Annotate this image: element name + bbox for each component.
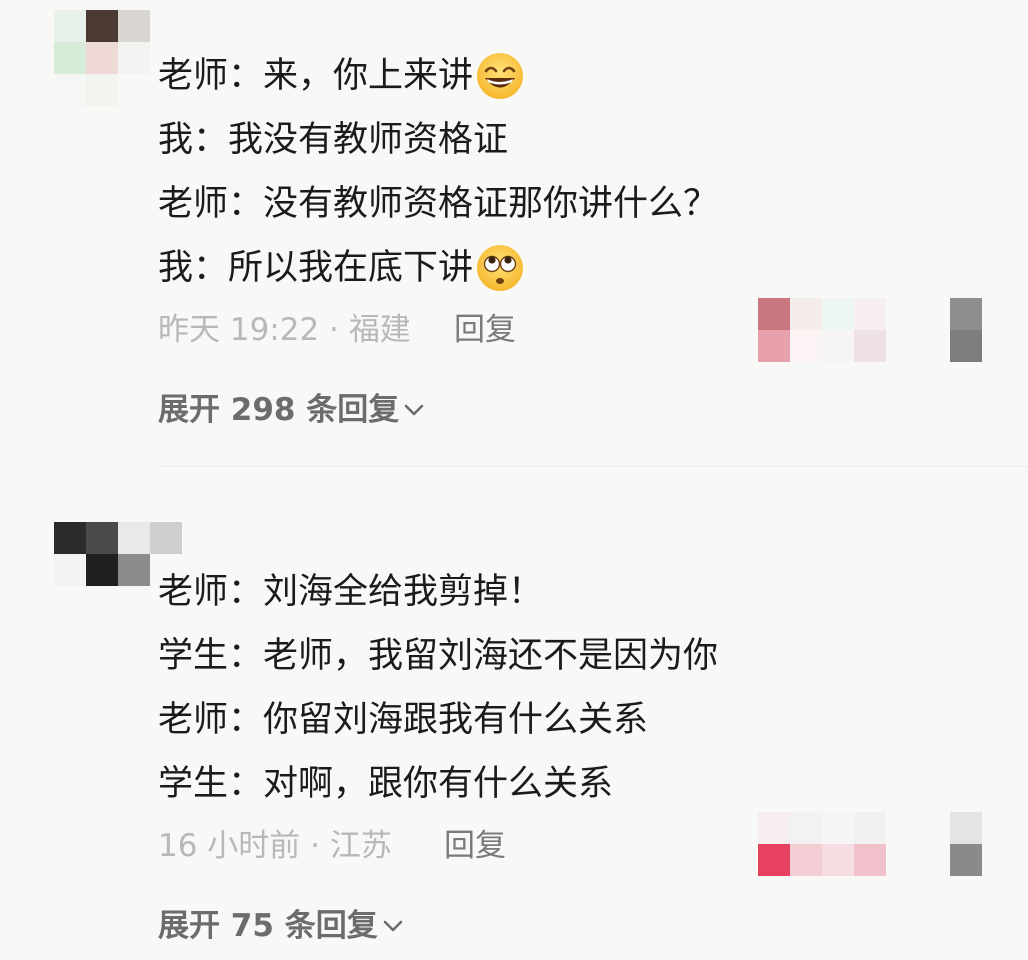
dialogue-line: 老师：你留刘海跟我有什么关系	[158, 688, 718, 752]
mosaic-pixel	[950, 298, 982, 330]
avatar-pixel	[86, 554, 118, 586]
mosaic-pixel	[854, 812, 886, 844]
mosaic-pixel	[854, 330, 886, 362]
dialogue-text: 我：所以我在底下讲	[158, 248, 474, 288]
avatar-pixel	[86, 522, 118, 554]
avatar-pixel	[118, 522, 150, 554]
comment-text: 老师：刘海全给我剪掉！ 学生：老师，我留刘海还不是因为你 老师：你留刘海跟我有什…	[158, 560, 718, 816]
like-dislike-actions[interactable]	[758, 812, 982, 876]
pleading-eyes-face-icon	[477, 245, 524, 291]
mosaic-pixel	[950, 844, 982, 876]
dialogue-line: 老师：刘海全给我剪掉！	[158, 560, 718, 624]
avatar-pixel	[86, 10, 118, 42]
avatar-pixel	[54, 522, 86, 554]
mosaic-pixel	[758, 844, 790, 876]
mosaic-pixel	[790, 298, 822, 330]
avatar-pixel	[118, 10, 150, 42]
dialogue-text: 学生：老师，我留刘海还不是因为你	[158, 636, 719, 676]
dialogue-text: 老师：来，你上来讲	[158, 56, 474, 96]
mosaic-pixel	[790, 330, 822, 362]
mosaic-pixel	[822, 844, 854, 876]
reply-button[interactable]: 回复	[444, 826, 506, 866]
dialogue-line: 学生：对啊，跟你有什么关系	[158, 752, 718, 816]
dialogue-line: 我：我没有教师资格证	[158, 108, 718, 172]
mosaic-pixel	[950, 330, 982, 362]
like-dislike-actions[interactable]	[758, 298, 982, 362]
comment-text: 老师：来，你上来讲 我：我没有教师资格证 老师：没有教师资格证那你讲什么？ 我：…	[158, 44, 718, 300]
dialogue-text: 我：我没有教师资格证	[158, 120, 509, 160]
mosaic-pixel	[822, 298, 854, 330]
avatar-pixel	[54, 42, 86, 74]
comment-item: 老师：来，你上来讲 我：我没有教师资格证 老师：没有教师资格证那你讲什么？ 我：…	[0, 0, 1028, 470]
dialogue-line: 老师：没有教师资格证那你讲什么？	[158, 172, 718, 236]
dialogue-text: 老师：你留刘海跟我有什么关系	[158, 700, 649, 740]
dialogue-text: 老师：没有教师资格证那你讲什么？	[158, 184, 719, 224]
comment-divider	[160, 466, 1028, 467]
chevron-down-icon	[383, 920, 403, 932]
avatar-pixel	[86, 74, 118, 106]
comment-meta: 16 小时前 · 江苏 回复	[158, 826, 506, 866]
mosaic-pixel	[790, 844, 822, 876]
avatar-pixel	[118, 42, 150, 74]
comment-item: 老师：刘海全给我剪掉！ 学生：老师，我留刘海还不是因为你 老师：你留刘海跟我有什…	[0, 470, 1028, 960]
avatar-pixel	[150, 522, 182, 554]
mosaic-pixel	[822, 812, 854, 844]
expand-replies-label: 展开 298 条回复	[158, 392, 400, 428]
mosaic-pixel	[758, 298, 790, 330]
dialogue-text: 学生：对啊，跟你有什么关系	[158, 764, 614, 804]
avatar-pixel	[54, 554, 86, 586]
mosaic-pixel	[822, 330, 854, 362]
expand-replies-button[interactable]: 展开 75 条回复	[158, 906, 404, 946]
timestamp-location: 16 小时前 · 江苏	[158, 828, 392, 864]
avatar-pixel	[86, 42, 118, 74]
dialogue-line: 学生：老师，我留刘海还不是因为你	[158, 624, 718, 688]
dialogue-text: 老师：刘海全给我剪掉！	[158, 572, 544, 612]
expand-replies-button[interactable]: 展开 298 条回复	[158, 390, 425, 430]
avatar-pixel	[54, 74, 86, 106]
dialogue-line: 老师：来，你上来讲	[158, 44, 718, 108]
reply-button[interactable]: 回复	[454, 310, 516, 350]
expand-replies-label: 展开 75 条回复	[158, 908, 378, 944]
grinning-squint-face-icon	[477, 53, 524, 99]
avatar-pixel	[54, 10, 86, 42]
mosaic-pixel	[950, 812, 982, 844]
mosaic-pixel	[758, 812, 790, 844]
user-avatar[interactable]	[54, 522, 182, 618]
avatar-pixel	[118, 554, 150, 586]
timestamp-location: 昨天 19:22 · 福建	[158, 312, 411, 348]
mosaic-pixel	[790, 812, 822, 844]
chevron-down-icon	[404, 404, 424, 416]
mosaic-pixel	[854, 298, 886, 330]
user-avatar[interactable]	[54, 10, 150, 106]
comment-meta: 昨天 19:22 · 福建 回复	[158, 310, 516, 350]
mosaic-pixel	[758, 330, 790, 362]
dialogue-line: 我：所以我在底下讲	[158, 236, 718, 300]
mosaic-pixel	[854, 844, 886, 876]
